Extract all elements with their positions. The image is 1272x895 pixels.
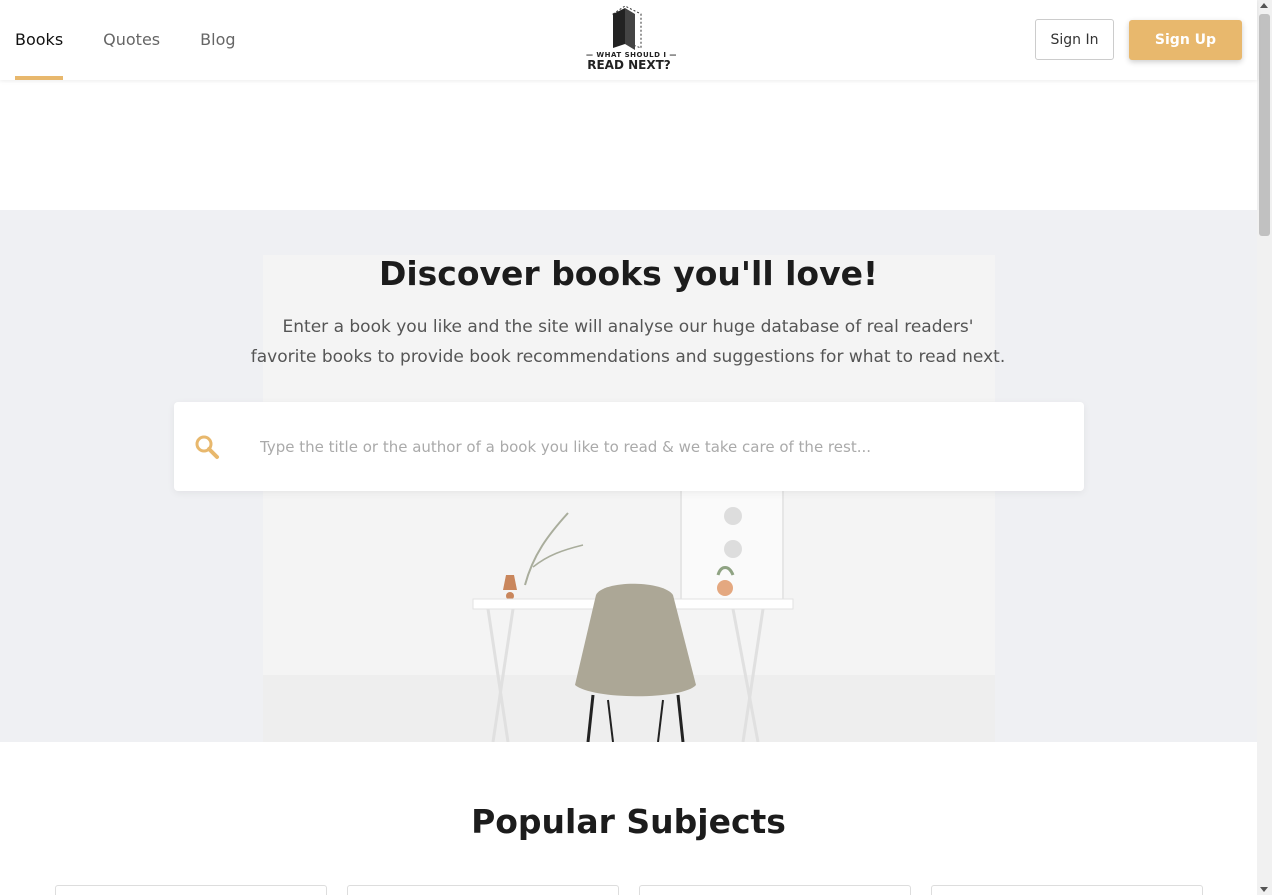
subject-card[interactable] [347,885,619,895]
site-logo[interactable]: — WHAT SHOULD I — READ NEXT? [586,4,676,76]
hero-section: Discover books you'll love! Enter a book… [0,210,1257,742]
subject-card[interactable] [639,885,911,895]
logo-title: READ NEXT? [587,58,671,72]
book-logo-icon [612,5,642,50]
scroll-thumb[interactable] [1259,14,1270,236]
nav-blog[interactable]: Blog [200,0,235,80]
sign-in-button[interactable]: Sign In [1035,19,1114,60]
subject-card[interactable] [55,885,327,895]
search-input[interactable] [260,437,1060,456]
hero-subtitle: Enter a book you like and the site will … [250,317,1006,367]
scroll-down-icon[interactable] [1260,887,1268,892]
site-header: Books Quotes Blog — WHAT SHOULD I — READ… [0,0,1257,80]
nav-books[interactable]: Books [15,0,64,80]
sign-up-button[interactable]: Sign Up [1129,20,1242,60]
search-icon[interactable] [194,434,220,460]
subject-card[interactable] [931,885,1203,895]
book-search-bar[interactable] [174,402,1084,491]
nav-quotes[interactable]: Quotes [103,0,160,80]
main-nav: Books Quotes Blog [15,0,236,80]
scroll-up-icon[interactable] [1260,3,1268,8]
hero-title: Discover books you'll love! [378,254,879,293]
page-scrollbar[interactable] [1257,0,1272,895]
popular-subjects-title: Popular Subjects [471,802,786,841]
